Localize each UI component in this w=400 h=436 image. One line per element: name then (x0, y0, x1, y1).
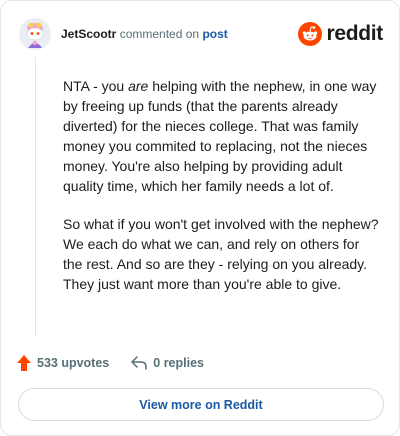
reply-button[interactable]: 0 replies (131, 356, 204, 370)
thread-line (35, 57, 36, 337)
author-name[interactable]: JetScootr (61, 27, 116, 41)
embedded-comment-card: JetScootr commented on post reddit NTA -… (0, 0, 400, 436)
reddit-snoo-icon (298, 22, 323, 46)
paragraph-text: NTA - you (63, 78, 129, 94)
reddit-wordmark: reddit (326, 22, 383, 45)
comment-actions: 533 upvotes 0 replies (17, 353, 204, 373)
commented-on-text: commented on (119, 27, 200, 41)
comment-header: JetScootr commented on post (61, 27, 228, 41)
user-avatar[interactable] (19, 18, 51, 50)
paragraph-text: So what if you won't get involved with t… (63, 216, 379, 292)
upvote-count: 533 upvotes (37, 356, 110, 370)
reply-count: 0 replies (153, 356, 204, 370)
reddit-logo[interactable]: reddit (298, 21, 383, 47)
reply-arrow-icon (131, 356, 148, 370)
comment-body: NTA - you are helping with the nephew, i… (63, 76, 381, 312)
snoo-avatar-icon (19, 18, 51, 50)
upvote-button[interactable]: 533 upvotes (17, 355, 109, 371)
post-link[interactable]: post (202, 27, 227, 41)
upvote-arrow-icon (17, 355, 31, 371)
view-more-button[interactable]: View more on Reddit (18, 388, 384, 421)
emphasis-text: are (128, 78, 149, 94)
comment-paragraph: NTA - you are helping with the nephew, i… (63, 76, 381, 196)
paragraph-text: helping with the nephew, in one way by f… (63, 78, 377, 194)
comment-paragraph: So what if you won't get involved with t… (63, 214, 381, 294)
